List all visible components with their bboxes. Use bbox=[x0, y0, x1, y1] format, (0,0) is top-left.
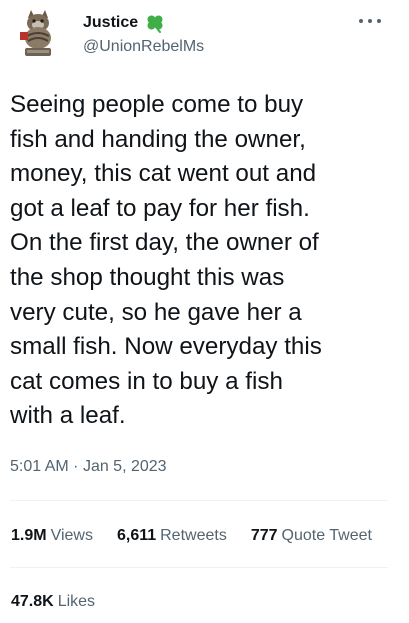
author-handle[interactable]: @UnionRebelMs bbox=[83, 38, 204, 56]
quote-tweets-stat[interactable]: 777 Quote Tweet bbox=[251, 527, 372, 545]
tweet-date: Jan 5, 2023 bbox=[82, 458, 167, 475]
likes-count: 47.8K bbox=[11, 593, 54, 610]
quote-tweets-count: 777 bbox=[250, 527, 278, 544]
engagement-stats: 1.9M Views 6,611 Retweets 777 Quote Twee… bbox=[11, 526, 372, 546]
quote-tweets-label: Quote Tweet bbox=[281, 527, 372, 544]
more-options-icon[interactable] bbox=[359, 14, 381, 28]
author-name-row: Justice bbox=[83, 12, 166, 34]
retweets-count: 6,611 bbox=[116, 527, 157, 544]
timestamp-separator: · bbox=[73, 458, 79, 475]
views-stat[interactable]: 1.9M Views bbox=[11, 527, 93, 545]
likes-stat-row: 47.8K Likes bbox=[11, 592, 95, 612]
divider bbox=[10, 500, 388, 501]
divider bbox=[10, 567, 388, 568]
cat-avatar-icon bbox=[11, 8, 61, 58]
avatar[interactable] bbox=[11, 8, 61, 58]
views-count: 1.9M bbox=[11, 527, 47, 544]
tweet-header: Justice @UnionRebelMs bbox=[0, 0, 409, 70]
author-display-name[interactable]: Justice bbox=[83, 14, 138, 32]
tweet-timestamp[interactable]: 5:01 AM · Jan 5, 2023 bbox=[10, 458, 167, 476]
tweet-time: 5:01 AM bbox=[10, 458, 69, 475]
four-leaf-clover-icon bbox=[144, 12, 166, 34]
retweets-label: Retweets bbox=[160, 527, 227, 544]
views-label: Views bbox=[50, 527, 93, 544]
tweet-text: Seeing people come to buy fish and handi… bbox=[10, 91, 322, 430]
retweets-stat[interactable]: 6,611 Retweets bbox=[117, 527, 227, 545]
likes-stat[interactable]: 47.8K Likes bbox=[11, 593, 95, 611]
likes-label: Likes bbox=[57, 593, 96, 610]
